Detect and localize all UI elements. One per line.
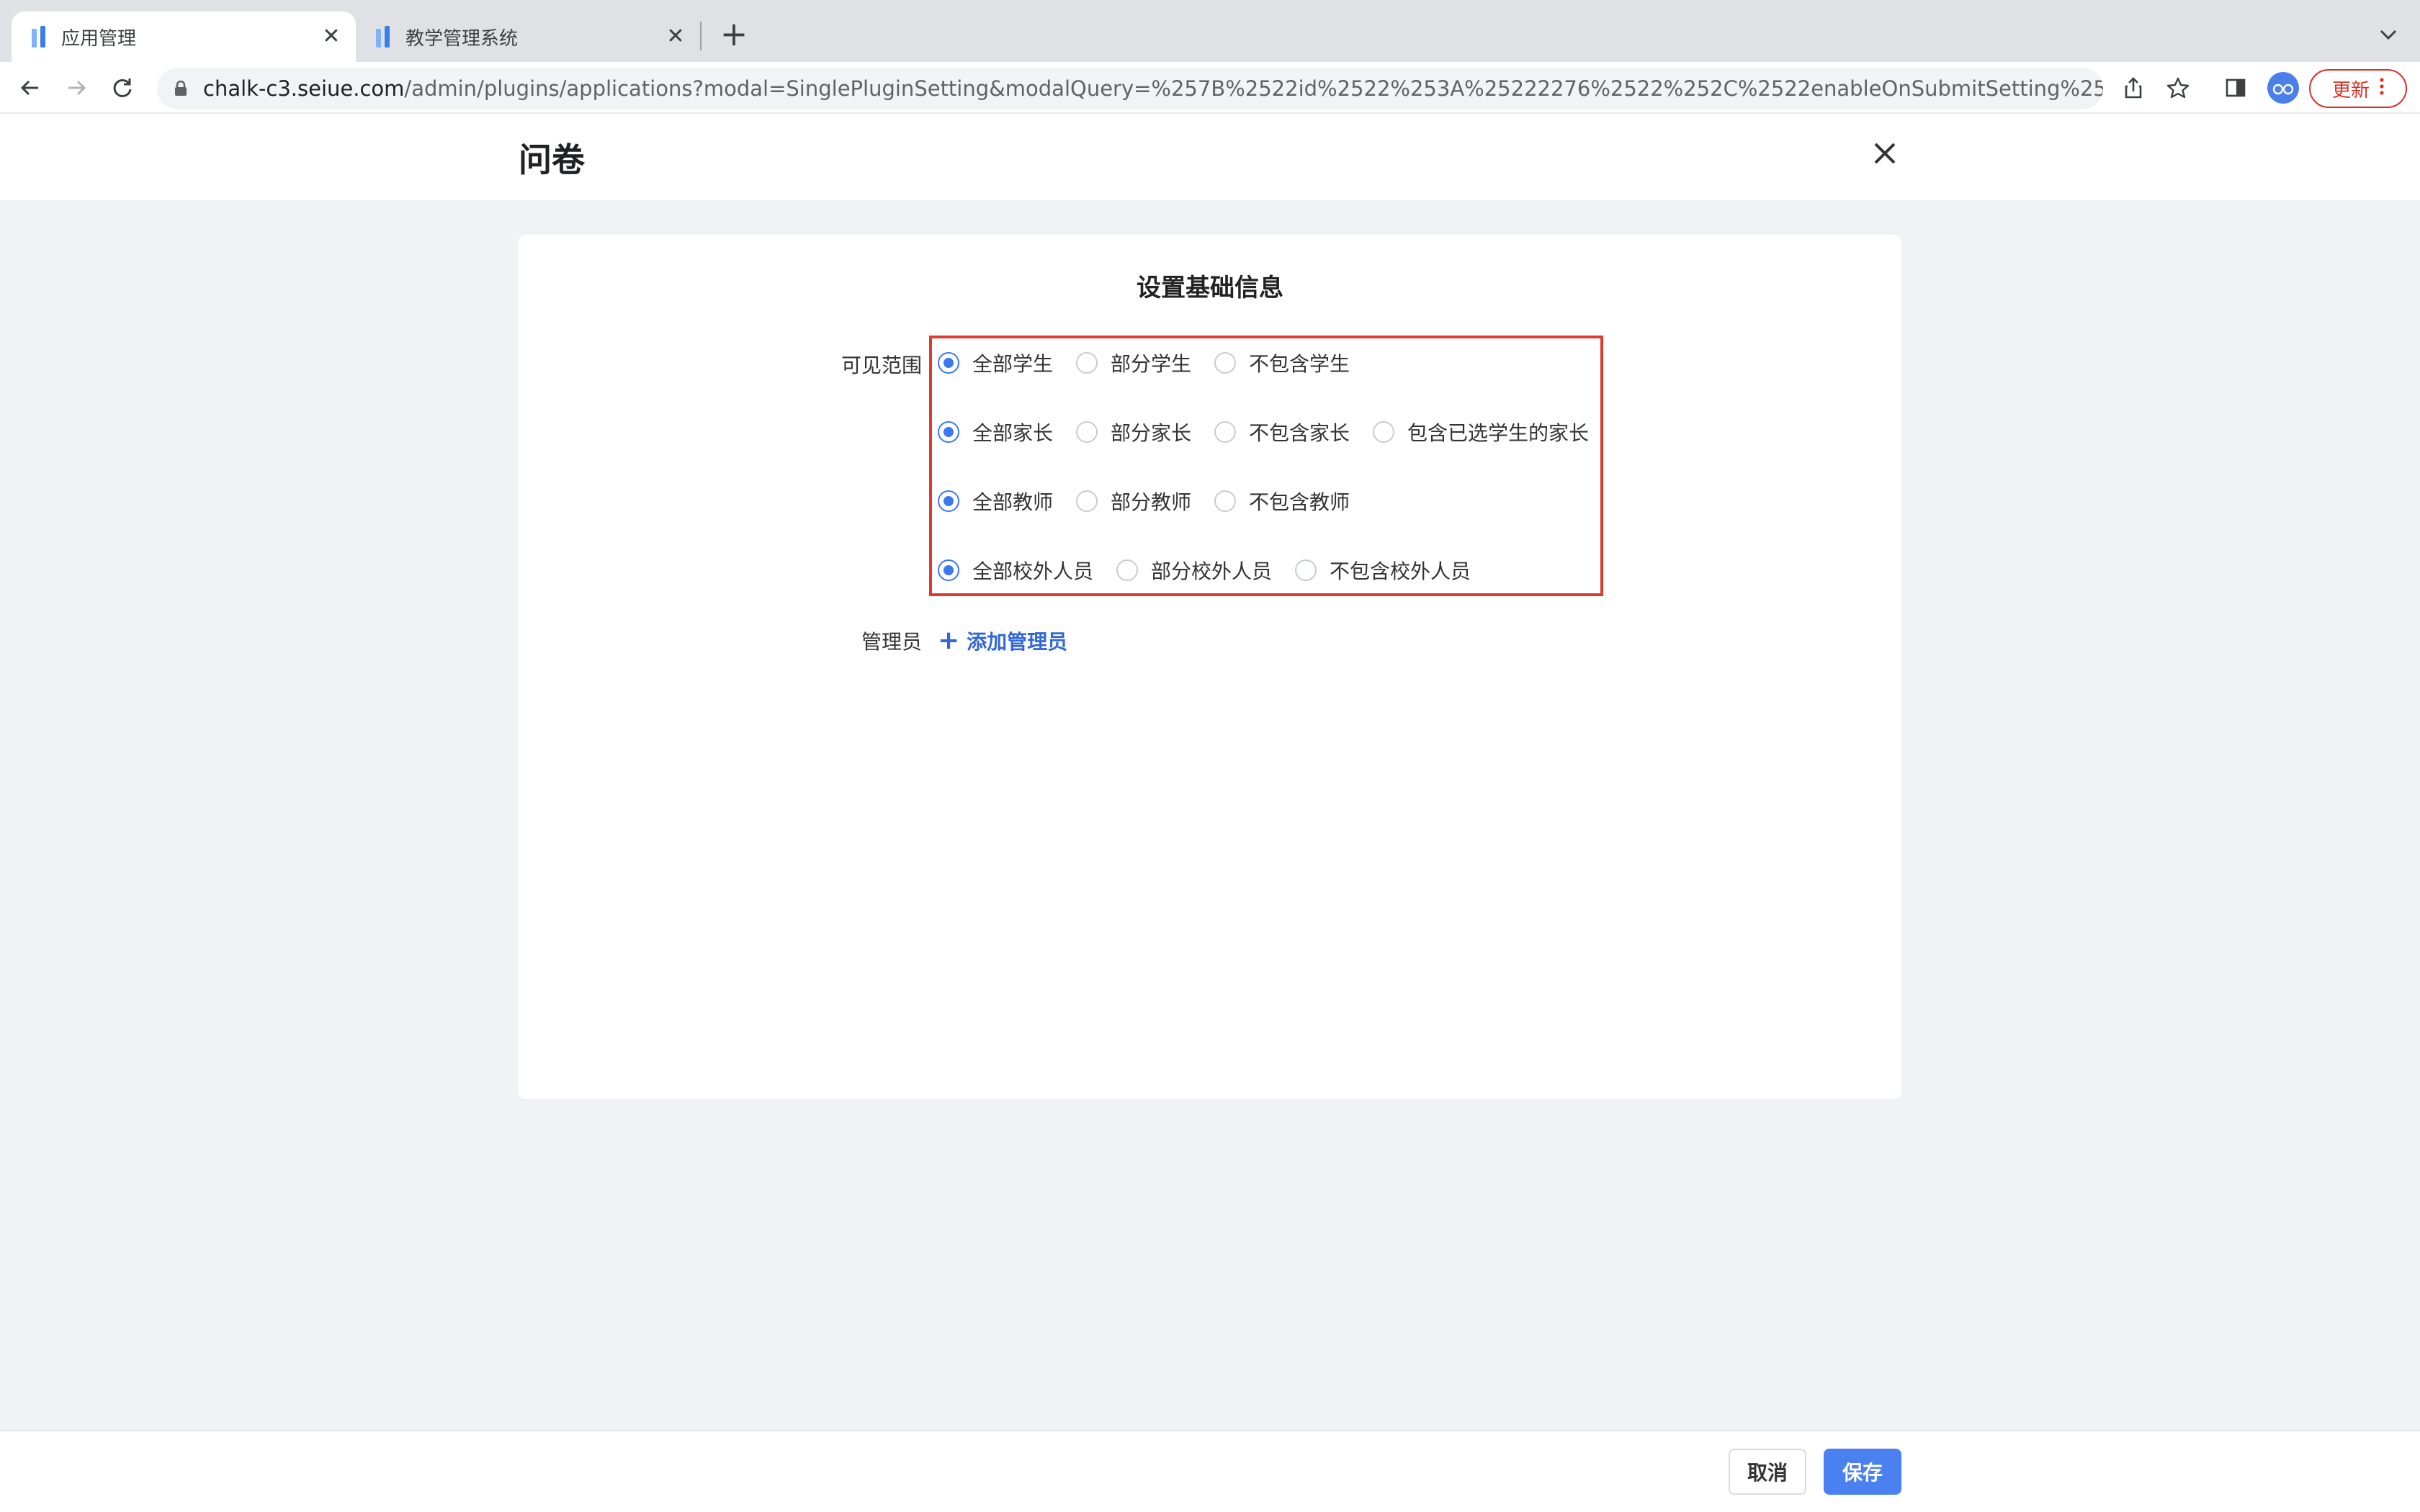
radio-option[interactable]: 包含已选学生的家长 [1373,418,1589,446]
radio-unchecked-icon[interactable] [1076,490,1098,512]
cancel-button[interactable]: 取消 [1729,1449,1806,1495]
tab-title: 教学管理系统 [405,27,519,50]
lock-icon [174,81,187,96]
visibility-external-group: 全部校外人员 部分校外人员 不包含校外人员 [938,556,1471,585]
radio-label: 全部教师 [972,490,1054,514]
close-icon[interactable] [1867,135,1903,171]
radio-option[interactable]: 不包含家长 [1214,418,1350,446]
tab-close-icon[interactable]: ✕ [661,22,690,51]
app-favicon-icon [376,26,390,48]
forward-arrow-icon[interactable] [59,71,94,105]
radio-unchecked-icon[interactable] [1373,421,1395,443]
radio-unchecked-icon[interactable] [1116,559,1139,581]
tab-title: 应用管理 [61,27,137,50]
section-title: 设置基础信息 [1137,274,1283,302]
radio-label: 包含已选学生的家长 [1407,421,1590,445]
browser-update-button[interactable]: 更新 [2309,69,2407,108]
save-button[interactable]: 保存 [1824,1449,1901,1495]
radio-label: 不包含校外人员 [1330,559,1471,583]
add-admin-label: 添加管理员 [967,630,1068,654]
radio-label: 部分校外人员 [1151,559,1273,583]
radio-label: 部分教师 [1111,490,1192,514]
radio-label: 全部学生 [972,352,1054,376]
radio-unchecked-icon[interactable] [1214,490,1237,512]
radio-label: 全部校外人员 [972,559,1094,583]
profile-avatar-icon[interactable] [2267,72,2299,104]
tab-divider [700,22,702,50]
visibility-label: 可见范围 [841,354,922,377]
address-bar[interactable]: chalk-c3.seiue.com/admin/plugins/applica… [157,68,2103,109]
radio-label: 不包含学生 [1249,352,1350,376]
visibility-parents-group: 全部家长 部分家长 不包含家长 包含已选学生的家长 [938,418,1589,446]
browser-tab-bar: 应用管理 ✕ 教学管理系统 ✕ + [0,0,2420,62]
radio-option[interactable]: 全部教师 [938,487,1053,516]
radio-option[interactable]: 部分教师 [1076,487,1191,516]
plus-icon: + [938,626,960,655]
reload-icon[interactable] [105,71,140,105]
url-host: chalk-c3.seiue.com [203,76,405,101]
radio-option[interactable]: 部分校外人员 [1116,556,1272,585]
back-arrow-icon[interactable] [13,71,48,105]
tab-close-icon[interactable]: ✕ [317,22,346,51]
radio-checked-icon[interactable] [938,490,959,512]
radio-label: 部分家长 [1111,421,1192,445]
radio-unchecked-icon[interactable] [1076,421,1098,443]
new-tab-icon[interactable]: + [716,16,752,52]
radio-checked-icon[interactable] [938,559,959,581]
radio-option[interactable]: 部分家长 [1076,418,1191,446]
radio-unchecked-icon[interactable] [1214,421,1237,443]
radio-option[interactable]: 部分学生 [1076,348,1191,377]
browser-tab-active[interactable]: 应用管理 ✕ [12,12,356,62]
visibility-students-group: 全部学生 部分学生 不包含学生 [938,348,1350,377]
radio-label: 不包含教师 [1249,490,1350,514]
share-icon[interactable] [2116,71,2151,105]
side-panel-icon[interactable] [2218,71,2253,105]
radio-label: 全部家长 [972,421,1054,445]
app-favicon-icon [32,26,45,48]
radio-option[interactable]: 不包含学生 [1214,348,1350,377]
radio-unchecked-icon[interactable] [1076,352,1098,374]
admin-label: 管理员 [861,630,922,654]
radio-option[interactable]: 全部校外人员 [938,556,1093,585]
visibility-teachers-group: 全部教师 部分教师 不包含教师 [938,487,1350,516]
url-path: /admin/plugins/applications?modal=Single… [404,76,2103,101]
radio-label: 部分学生 [1111,352,1192,376]
browser-tab[interactable]: 教学管理系统 ✕ [356,12,700,62]
radio-option[interactable]: 全部学生 [938,348,1053,377]
settings-card: 设置基础信息 可见范围 全部学生 部分学生 不包含学生 全部家长 部分家长 不包… [519,235,1901,1099]
modal-header: 问卷 [0,114,2420,200]
add-admin-button[interactable]: + 添加管理员 [938,626,1067,655]
update-label: 更新 [2331,79,2370,102]
radio-checked-icon[interactable] [938,421,959,443]
bookmark-star-icon[interactable] [2161,71,2195,105]
radio-option[interactable]: 不包含教师 [1214,487,1350,516]
modal-footer: 取消 保存 [0,1430,2420,1512]
radio-option[interactable]: 全部家长 [938,418,1053,446]
tab-search-chevron-icon[interactable] [2374,20,2403,49]
radio-checked-icon[interactable] [938,352,959,374]
browser-toolbar: chalk-c3.seiue.com/admin/plugins/applica… [0,62,2420,114]
radio-label: 不包含家长 [1249,421,1350,445]
modal-title: 问卷 [519,140,585,179]
radio-unchecked-icon[interactable] [1214,352,1237,374]
radio-unchecked-icon[interactable] [1295,559,1317,581]
radio-option[interactable]: 不包含校外人员 [1295,556,1471,585]
more-vert-icon [2380,77,2384,100]
